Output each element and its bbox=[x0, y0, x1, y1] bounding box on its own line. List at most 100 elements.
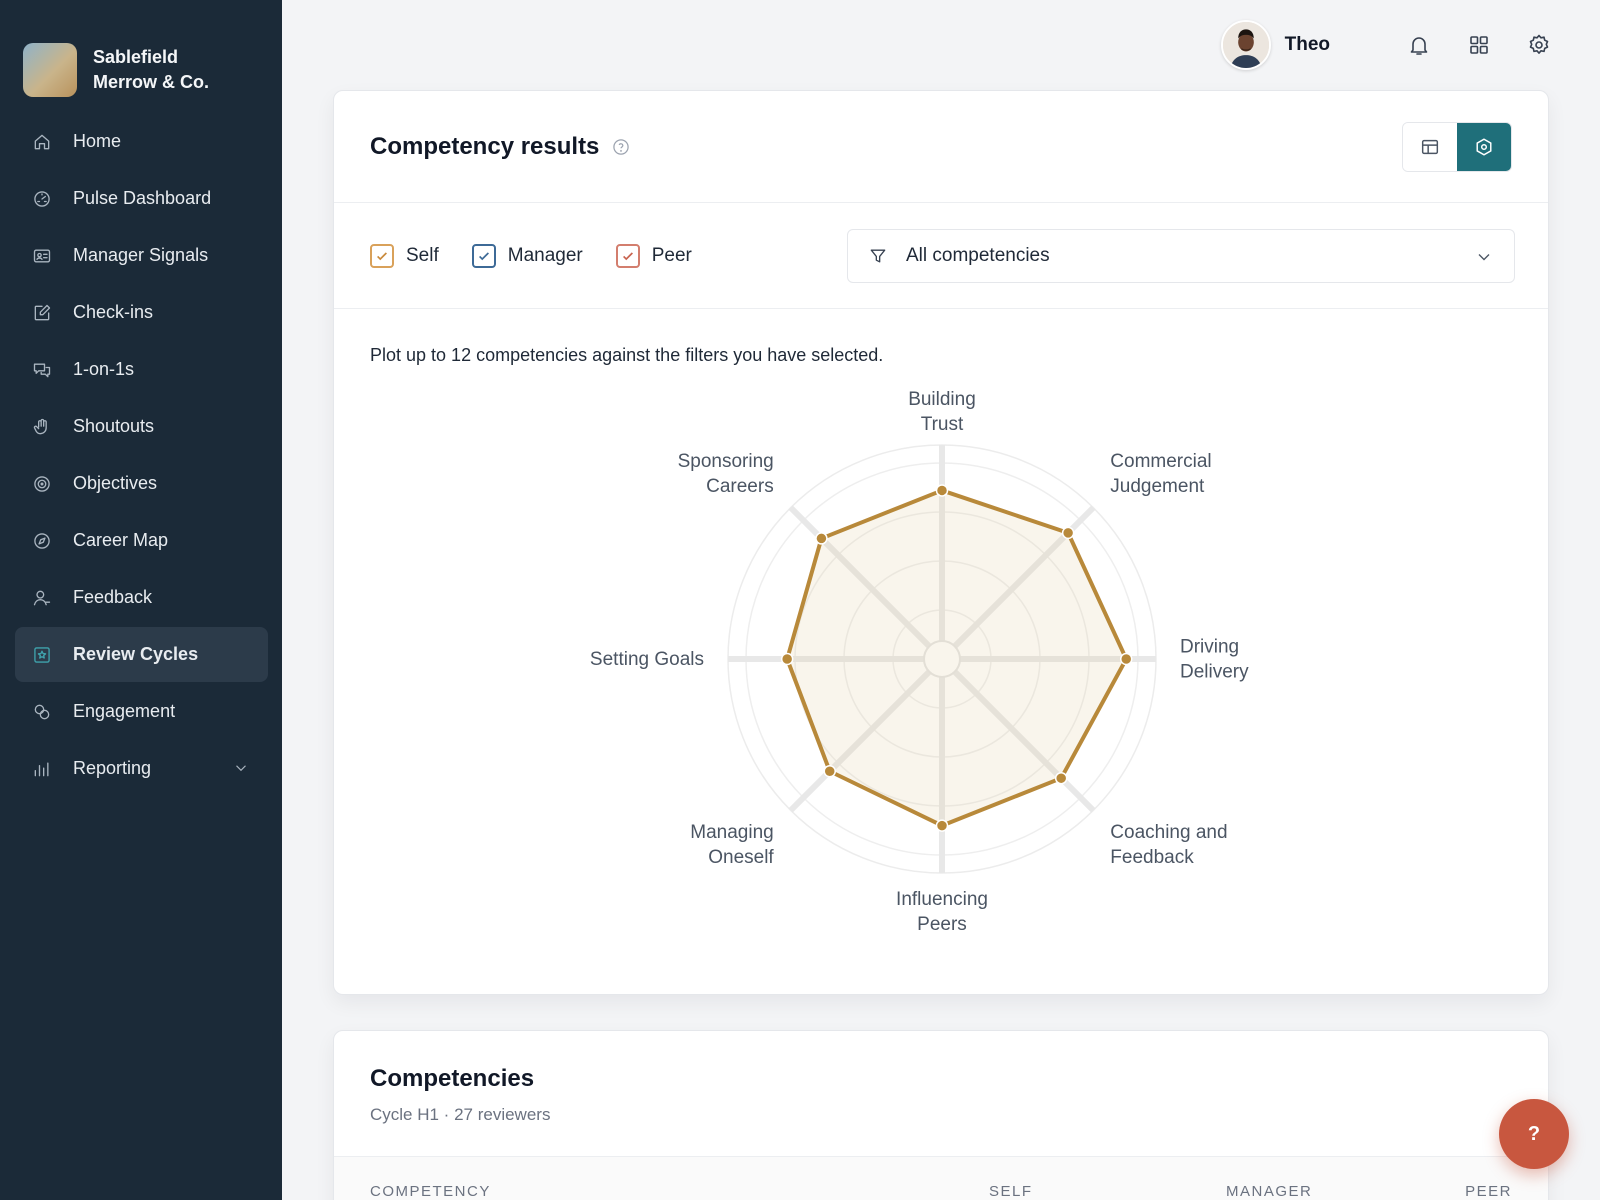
filter-self-checkbox[interactable]: Self bbox=[370, 243, 439, 268]
sidebar-item-shoutouts[interactable]: Shoutouts bbox=[15, 399, 268, 454]
bar-chart-icon bbox=[31, 758, 53, 780]
radar-data-point[interactable] bbox=[780, 652, 794, 666]
radar-axis-label-line: Feedback bbox=[1110, 847, 1194, 868]
competencies-title: Competencies bbox=[370, 1065, 535, 1092]
radar-axis-label-line: Trust bbox=[921, 414, 964, 435]
radar-data-point[interactable] bbox=[935, 484, 949, 497]
view-toggle bbox=[1402, 122, 1512, 172]
sidebar-item-career-map[interactable]: Career Map bbox=[15, 513, 268, 568]
sidebar: Sablefield Merrow & Co. Home Pulse Dashb… bbox=[0, 0, 282, 1200]
column-header-self[interactable]: SELF bbox=[989, 1183, 1033, 1200]
sidebar-nav: Home Pulse Dashboard Manager Signals Che… bbox=[15, 114, 268, 798]
sidebar-item-label: Manager Signals bbox=[73, 245, 209, 265]
top-bar: Theo bbox=[1220, 20, 1552, 70]
radar-axis-label-line: Peers bbox=[917, 914, 967, 935]
filter-label: Peer bbox=[651, 244, 692, 266]
competencies-card: Competencies Cycle H1 · 27 reviewers COM… bbox=[333, 1030, 1549, 1200]
radar-data-point[interactable] bbox=[815, 532, 828, 545]
radar-axis-label-line: Commercial bbox=[1110, 451, 1211, 472]
radar-data-point[interactable] bbox=[823, 765, 836, 778]
radar-data-point[interactable] bbox=[1119, 652, 1133, 666]
radar-axis-label: Commercial Judgement bbox=[1110, 451, 1211, 497]
column-header-peer[interactable]: PEER bbox=[1465, 1183, 1512, 1200]
card-title: Competency results bbox=[370, 132, 600, 160]
brand-logo bbox=[23, 43, 77, 97]
sidebar-item-feedback[interactable]: Feedback bbox=[15, 570, 268, 625]
sidebar-item-label: Home bbox=[73, 131, 122, 151]
sidebar-item-reporting[interactable]: Reporting bbox=[15, 741, 268, 796]
sidebar-item-label: Feedback bbox=[73, 587, 153, 607]
target-icon bbox=[31, 473, 53, 495]
radar-data-point[interactable] bbox=[935, 819, 949, 832]
gear-icon[interactable] bbox=[1526, 32, 1552, 58]
avatar[interactable] bbox=[1220, 20, 1271, 70]
sidebar-item-label: Engagement bbox=[73, 701, 176, 721]
column-header-competency[interactable]: COMPETENCY bbox=[370, 1183, 491, 1200]
user-icon bbox=[31, 587, 53, 609]
table-view-button[interactable] bbox=[1403, 123, 1457, 171]
radar-axis-label-line: Coaching and bbox=[1110, 822, 1227, 843]
radar-data-point[interactable] bbox=[1054, 771, 1068, 785]
sidebar-item-pulse-dashboard[interactable]: Pulse Dashboard bbox=[15, 171, 268, 226]
radar-axis-label-line: Sponsoring bbox=[678, 451, 774, 472]
sidebar-item-label: Pulse Dashboard bbox=[73, 188, 212, 208]
link-icon bbox=[31, 701, 53, 723]
chevron-down-icon bbox=[1474, 247, 1494, 267]
user-name[interactable]: Theo bbox=[1285, 34, 1330, 56]
radar-axis-label-line: Judgement bbox=[1110, 476, 1205, 497]
competency-results-card: Competency results Self Manager Peer All… bbox=[333, 90, 1549, 995]
sidebar-item-check-ins[interactable]: Check-ins bbox=[15, 285, 268, 340]
brand[interactable]: Sablefield Merrow & Co. bbox=[0, 0, 282, 110]
radar-icon bbox=[1473, 136, 1495, 158]
radar-axis-label: Setting Goals bbox=[590, 649, 704, 670]
radar-axis-label-line: Driving bbox=[1180, 637, 1239, 658]
id-card-icon bbox=[31, 245, 53, 267]
competencies-subtitle: Cycle H1 · 27 reviewers bbox=[370, 1105, 551, 1124]
filter-manager-checkbox[interactable]: Manager bbox=[471, 243, 583, 268]
sidebar-item-home[interactable]: Home bbox=[15, 114, 268, 169]
radar-axis-label: Coaching and Feedback bbox=[1110, 822, 1227, 868]
help-button[interactable]: ? bbox=[1499, 1099, 1569, 1169]
radar-axis-label: Sponsoring Careers bbox=[678, 451, 774, 497]
chart-hint: Plot up to 12 competencies against the f… bbox=[370, 345, 884, 365]
radar-axis-label-line: Careers bbox=[706, 476, 774, 497]
sidebar-item-engagement[interactable]: Engagement bbox=[15, 684, 268, 739]
brand-name-line2: Merrow & Co. bbox=[93, 72, 210, 92]
checkbox-checked-icon bbox=[471, 243, 496, 268]
gauge-icon bbox=[31, 188, 53, 210]
star-box-icon bbox=[31, 644, 53, 666]
radar-axis-label-line: Managing bbox=[690, 822, 773, 843]
checkbox-checked-icon bbox=[370, 243, 394, 268]
radar-axis-label-line: Building bbox=[908, 389, 976, 410]
filter-bar: Self Manager Peer All competencies bbox=[334, 203, 1548, 309]
sidebar-item-objectives[interactable]: Objectives bbox=[15, 456, 268, 511]
sidebar-item-1-on-1s[interactable]: 1-on-1s bbox=[15, 342, 268, 397]
filter-peer-checkbox[interactable]: Peer bbox=[615, 243, 692, 268]
table-header: COMPETENCY SELF MANAGER PEER bbox=[334, 1156, 1548, 1200]
filter-label: Self bbox=[406, 244, 439, 266]
checkbox-checked-icon bbox=[615, 243, 640, 268]
dropdown-value: All competencies bbox=[906, 245, 1050, 266]
radar-axis-label: Driving Delivery bbox=[1180, 637, 1249, 683]
radar-chart: Building Trust Commercial Judgement Driving D… bbox=[590, 389, 1249, 935]
radar-axis-label: Building Trust bbox=[908, 389, 976, 435]
sidebar-item-manager-signals[interactable]: Manager Signals bbox=[15, 228, 268, 283]
bell-icon[interactable] bbox=[1406, 32, 1432, 58]
card-header: Competency results bbox=[334, 91, 1548, 203]
chevron-down-icon[interactable] bbox=[232, 759, 250, 777]
sidebar-item-review-cycles[interactable]: Review Cycles bbox=[15, 627, 268, 682]
filter-icon bbox=[868, 246, 888, 266]
brand-name-line1: Sablefield bbox=[93, 47, 179, 67]
hand-icon bbox=[31, 416, 53, 438]
sidebar-item-label: Objectives bbox=[73, 473, 158, 493]
chat-icon bbox=[31, 359, 53, 381]
competency-filter-dropdown[interactable]: All competencies bbox=[847, 229, 1515, 283]
grid-icon[interactable] bbox=[1466, 32, 1492, 58]
sidebar-item-label: 1-on-1s bbox=[73, 359, 135, 379]
column-header-manager[interactable]: MANAGER bbox=[1226, 1183, 1312, 1200]
help-circle-icon[interactable] bbox=[611, 137, 631, 157]
radar-axis-label: Influencing Peers bbox=[896, 889, 988, 935]
radar-view-button[interactable] bbox=[1457, 123, 1511, 171]
radar-axis-label-line: Setting Goals bbox=[590, 649, 704, 670]
radar-data-point[interactable] bbox=[1061, 526, 1075, 540]
